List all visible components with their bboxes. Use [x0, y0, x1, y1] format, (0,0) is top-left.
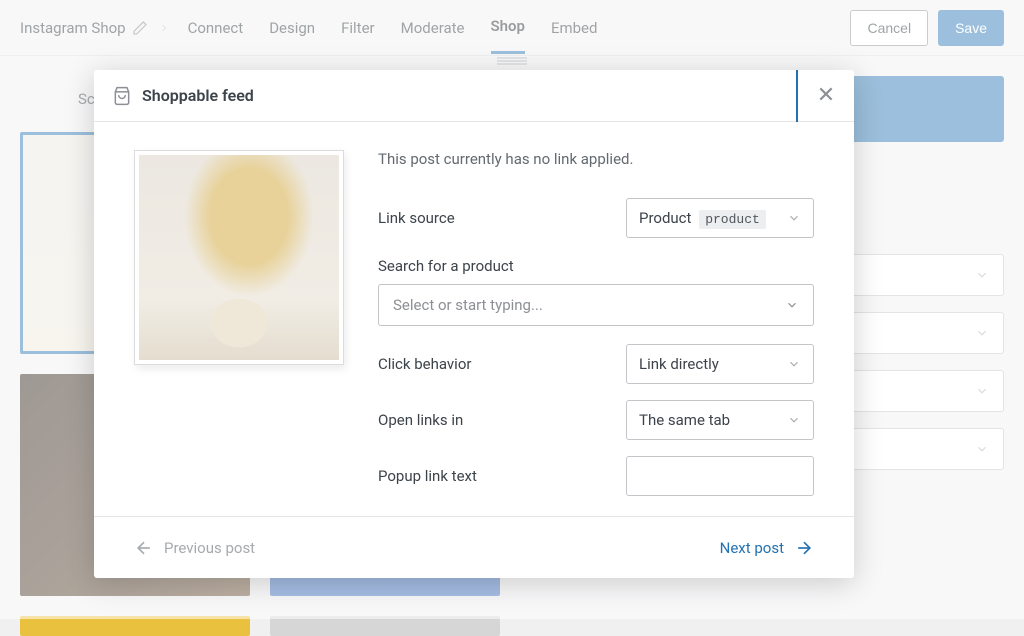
click-behavior-label: Click behavior: [378, 355, 606, 373]
arrow-left-icon: [134, 538, 154, 558]
modal-title: Shoppable feed: [142, 86, 254, 105]
search-product-placeholder: Select or start typing...: [393, 296, 543, 314]
link-source-select[interactable]: Product product: [626, 198, 814, 238]
previous-post-button[interactable]: Previous post: [134, 538, 255, 558]
link-source-value: Product: [639, 209, 691, 227]
post-thumbnail-4[interactable]: [20, 616, 250, 636]
arrow-right-icon: [794, 538, 814, 558]
post-preview: [134, 150, 344, 365]
modal-footer: Previous post Next post: [94, 516, 854, 578]
previous-post-label: Previous post: [164, 539, 255, 557]
click-behavior-value: Link directly: [639, 355, 719, 373]
link-source-label: Link source: [378, 209, 606, 227]
open-links-select[interactable]: The same tab: [626, 400, 814, 440]
search-product-select[interactable]: Select or start typing...: [378, 284, 814, 326]
link-status-text: This post currently has no link applied.: [378, 150, 814, 168]
chevron-down-icon: [787, 413, 801, 427]
click-behavior-select[interactable]: Link directly: [626, 344, 814, 384]
modal-header: Shoppable feed ✕: [94, 70, 854, 122]
open-links-value: The same tab: [639, 411, 730, 429]
chevron-down-icon: [785, 298, 799, 312]
search-product-label: Search for a product: [378, 257, 814, 275]
shopping-bag-icon: [112, 86, 132, 106]
popup-link-text-input[interactable]: [626, 456, 814, 496]
modal-form: This post currently has no link applied.…: [378, 150, 814, 506]
open-links-label: Open links in: [378, 411, 606, 429]
post-thumbnail-5[interactable]: [270, 616, 500, 636]
next-post-label: Next post: [720, 539, 784, 557]
shoppable-feed-modal: Shoppable feed ✕ This post currently has…: [94, 70, 854, 578]
chevron-down-icon: [787, 211, 801, 225]
popup-link-text-label: Popup link text: [378, 467, 606, 485]
close-icon[interactable]: ✕: [817, 85, 835, 107]
chevron-down-icon: [787, 357, 801, 371]
next-post-button[interactable]: Next post: [720, 538, 814, 558]
link-source-badge: product: [699, 210, 766, 229]
